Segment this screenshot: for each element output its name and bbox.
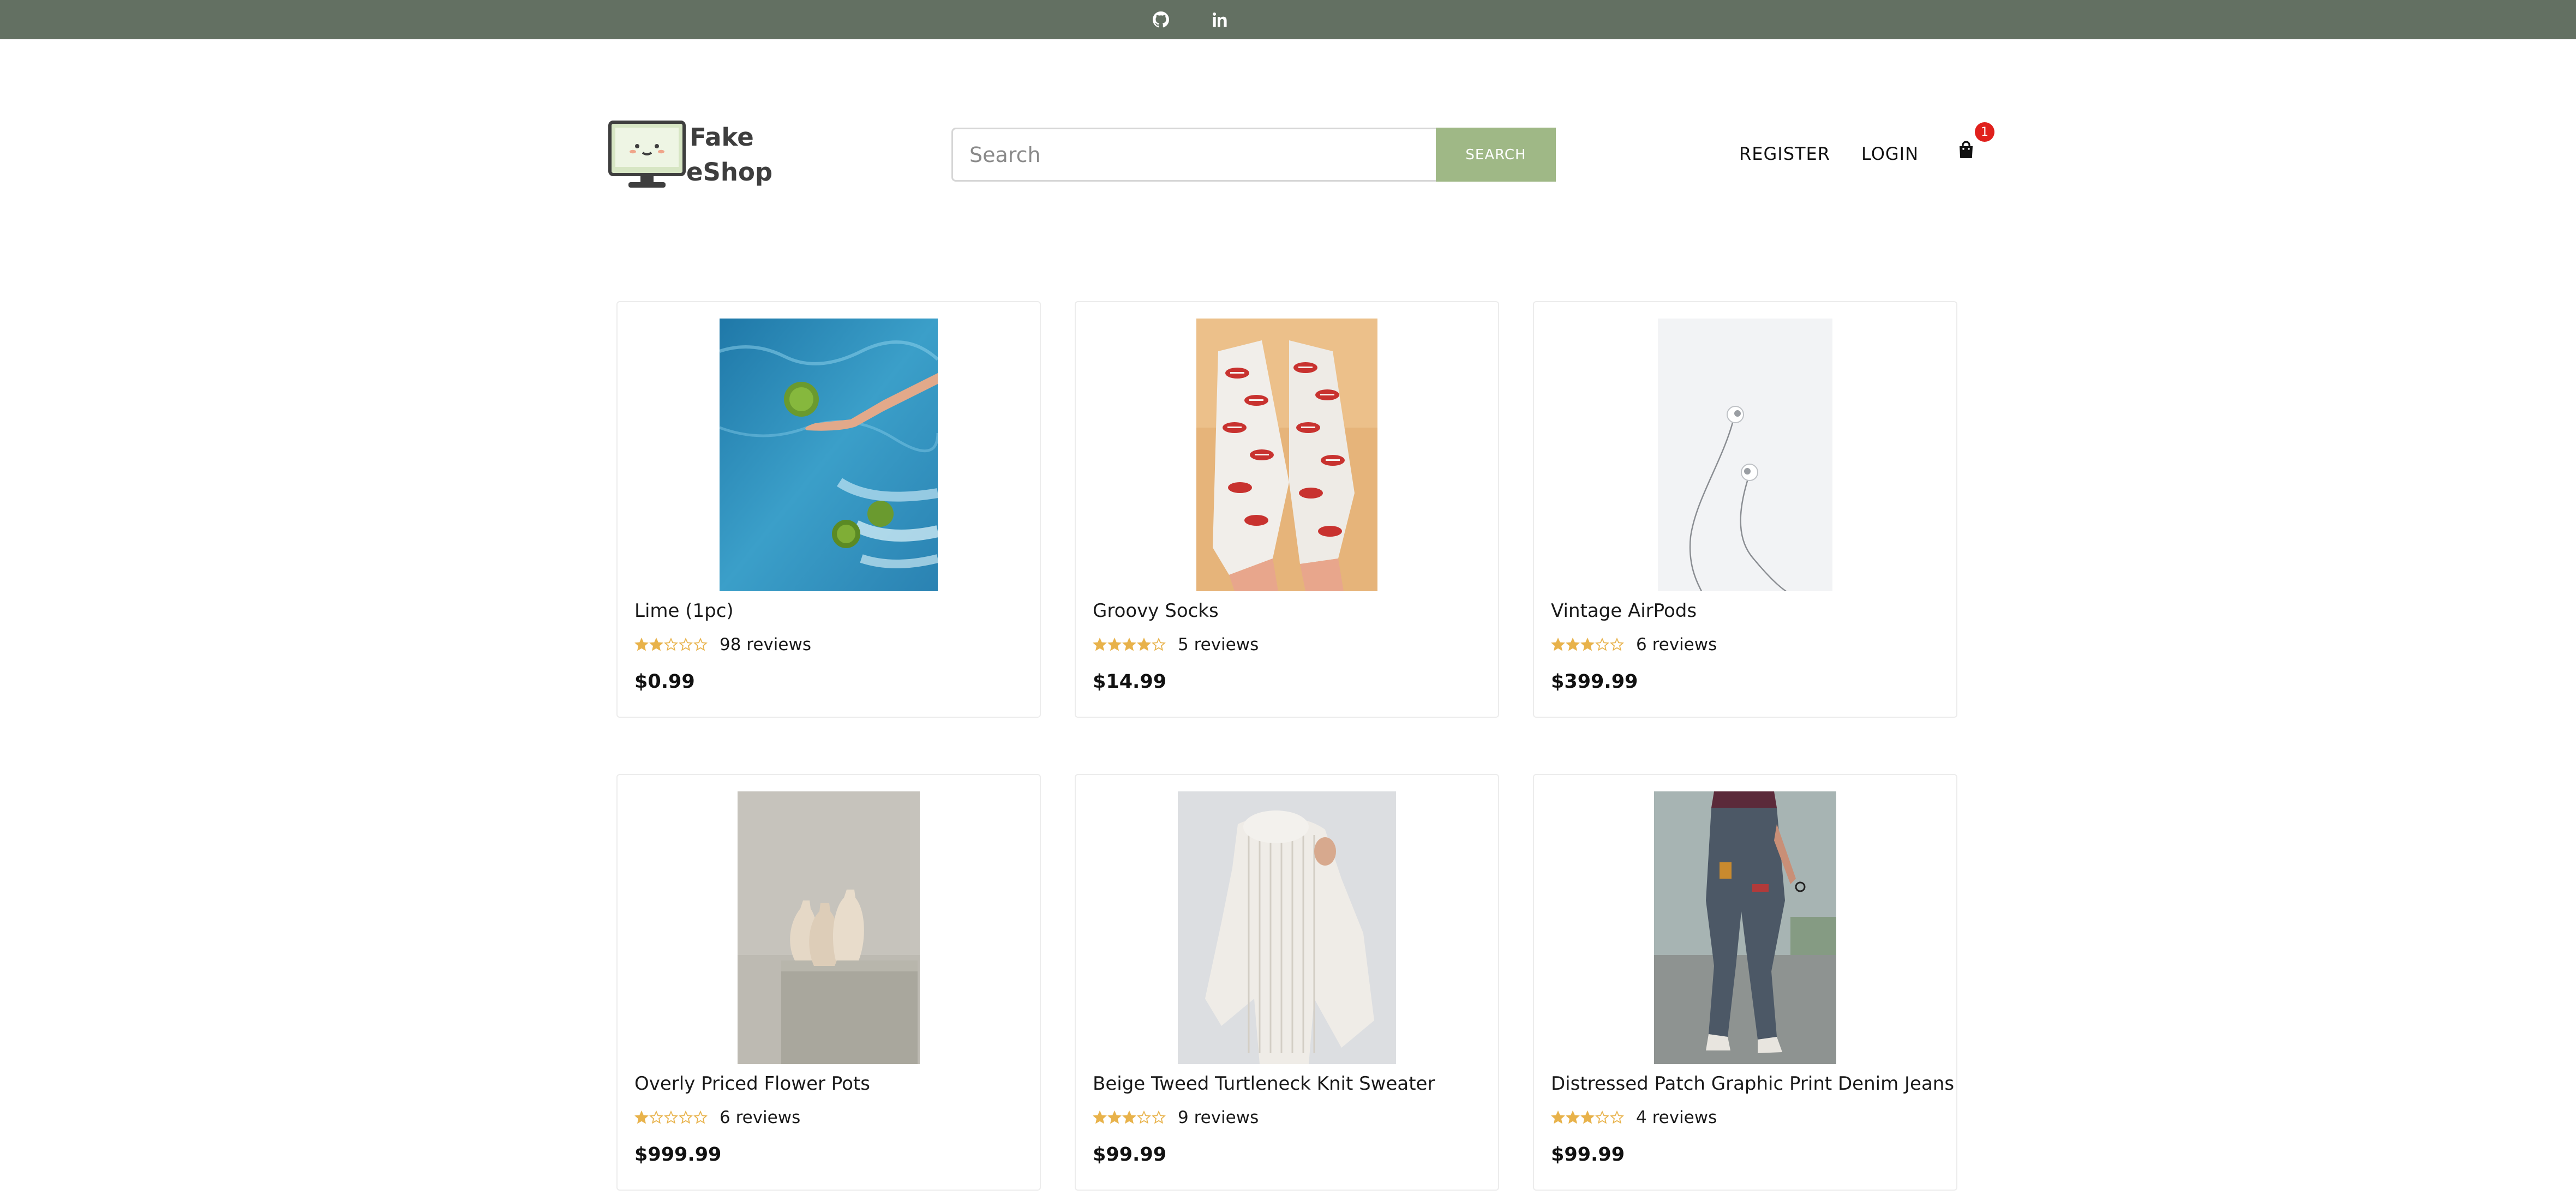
star-rating <box>1551 638 1624 652</box>
sweater-photo <box>1178 791 1396 1064</box>
product-price: $14.99 <box>1093 671 1167 693</box>
product-rating: 4 reviews <box>1551 1108 1717 1127</box>
star-empty-icon <box>649 1110 663 1124</box>
star-empty-icon <box>1152 1110 1166 1124</box>
product-image <box>1654 791 1836 1064</box>
product-price: $999.99 <box>634 1144 722 1166</box>
product-card[interactable]: Vintage AirPods 6 reviews $399.99 <box>1533 301 1957 718</box>
star-filled-icon <box>1122 1110 1136 1124</box>
star-empty-icon <box>1137 1110 1151 1124</box>
product-card[interactable]: Lime (1pc) 98 reviews $0.99 <box>616 301 1041 718</box>
product-rating: 98 reviews <box>634 635 811 654</box>
product-name: Distressed Patch Graphic Print Denim Jea… <box>1551 1073 1955 1095</box>
product-name: Groovy Socks <box>1093 600 1219 622</box>
star-rating <box>634 1110 708 1125</box>
product-card[interactable]: Overly Priced Flower Pots 6 reviews $999… <box>616 774 1041 1191</box>
star-empty-icon <box>693 638 708 651</box>
star-filled-icon <box>634 1110 649 1124</box>
star-empty-icon <box>664 1110 678 1124</box>
star-filled-icon <box>1551 638 1565 651</box>
star-empty-icon <box>664 638 678 651</box>
product-rating: 6 reviews <box>634 1108 800 1127</box>
product-rating: 6 reviews <box>1551 635 1717 654</box>
product-price: $99.99 <box>1551 1144 1625 1166</box>
star-empty-icon <box>1595 1110 1609 1124</box>
product-image <box>1196 319 1377 591</box>
star-filled-icon <box>1137 638 1151 651</box>
star-rating <box>634 638 708 652</box>
star-empty-icon <box>1595 638 1609 651</box>
lime-photo <box>720 319 938 591</box>
product-price: $99.99 <box>1093 1144 1167 1166</box>
product-name: Vintage AirPods <box>1551 600 1697 622</box>
product-image <box>1178 791 1396 1064</box>
product-name: Beige Tweed Turtleneck Knit Sweater <box>1093 1073 1435 1095</box>
product-name: Overly Priced Flower Pots <box>634 1073 870 1095</box>
star-filled-icon <box>1580 638 1595 651</box>
product-image <box>738 791 920 1064</box>
product-grid: Lime (1pc) 98 reviews $0.99 Groovy Socks… <box>0 0 2576 1201</box>
star-empty-icon <box>1152 638 1166 651</box>
star-rating <box>1551 1110 1624 1125</box>
review-count: 9 reviews <box>1178 1108 1259 1127</box>
product-rating: 5 reviews <box>1093 635 1259 654</box>
product-card[interactable]: Distressed Patch Graphic Print Denim Jea… <box>1533 774 1957 1191</box>
star-filled-icon <box>1107 1110 1122 1124</box>
review-count: 6 reviews <box>1636 635 1717 654</box>
star-filled-icon <box>634 638 649 651</box>
socks-photo <box>1196 319 1377 591</box>
star-filled-icon <box>1093 1110 1107 1124</box>
review-count: 4 reviews <box>1636 1108 1717 1127</box>
star-empty-icon <box>1610 638 1624 651</box>
star-filled-icon <box>1566 638 1580 651</box>
star-rating <box>1093 638 1166 652</box>
product-name: Lime (1pc) <box>634 600 734 622</box>
product-image <box>720 319 938 591</box>
star-filled-icon <box>1551 1110 1565 1124</box>
product-card[interactable]: Groovy Socks 5 reviews $14.99 <box>1075 301 1499 718</box>
product-card[interactable]: Beige Tweed Turtleneck Knit Sweater 9 re… <box>1075 774 1499 1191</box>
review-count: 5 reviews <box>1178 635 1259 654</box>
product-image <box>1658 319 1832 591</box>
star-rating <box>1093 1110 1166 1125</box>
star-filled-icon <box>1107 638 1122 651</box>
star-filled-icon <box>1566 1110 1580 1124</box>
product-rating: 9 reviews <box>1093 1108 1259 1127</box>
star-empty-icon <box>693 1110 708 1124</box>
star-empty-icon <box>679 638 693 651</box>
star-filled-icon <box>649 638 663 651</box>
review-count: 6 reviews <box>720 1108 801 1127</box>
star-empty-icon <box>679 1110 693 1124</box>
star-empty-icon <box>1610 1110 1624 1124</box>
star-filled-icon <box>1580 1110 1595 1124</box>
flower-pots-photo <box>738 791 920 1064</box>
product-price: $399.99 <box>1551 671 1638 693</box>
product-price: $0.99 <box>634 671 695 693</box>
star-filled-icon <box>1122 638 1136 651</box>
star-filled-icon <box>1093 638 1107 651</box>
review-count: 98 reviews <box>720 635 811 654</box>
jeans-photo <box>1654 791 1836 1064</box>
airpods-photo <box>1658 319 1832 591</box>
